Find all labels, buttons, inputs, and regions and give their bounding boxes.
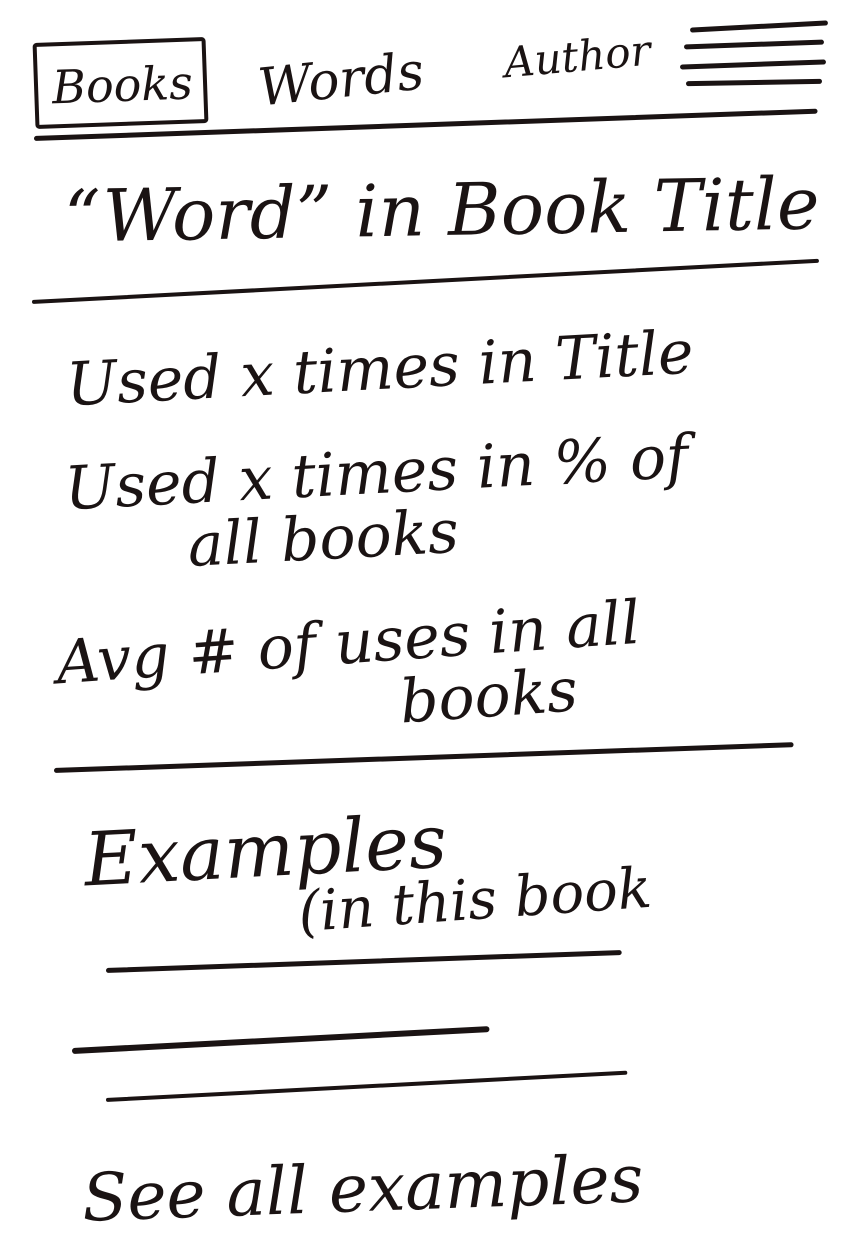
example-line-3 (105, 1070, 628, 1102)
stat-title-count-text: Used x times in Title (64, 317, 696, 421)
tab-words[interactable]: Words (255, 41, 426, 118)
stat-avg-uses: Avg # of uses in all books (54, 588, 646, 758)
heading-divider (31, 258, 820, 304)
see-all-examples-link[interactable]: See all examples (81, 1140, 645, 1237)
stat-percent-books: Used x times in % of all books (63, 422, 693, 584)
tab-author[interactable]: Author (502, 26, 652, 88)
hamburger-icon[interactable] (679, 18, 830, 100)
example-line-1 (105, 949, 622, 973)
stat-title-count: Used x times in Title (65, 318, 696, 421)
page-title: “Word” in Book Title (63, 161, 821, 259)
tab-books[interactable]: Books (32, 37, 209, 129)
example-line-2 (71, 1026, 490, 1054)
